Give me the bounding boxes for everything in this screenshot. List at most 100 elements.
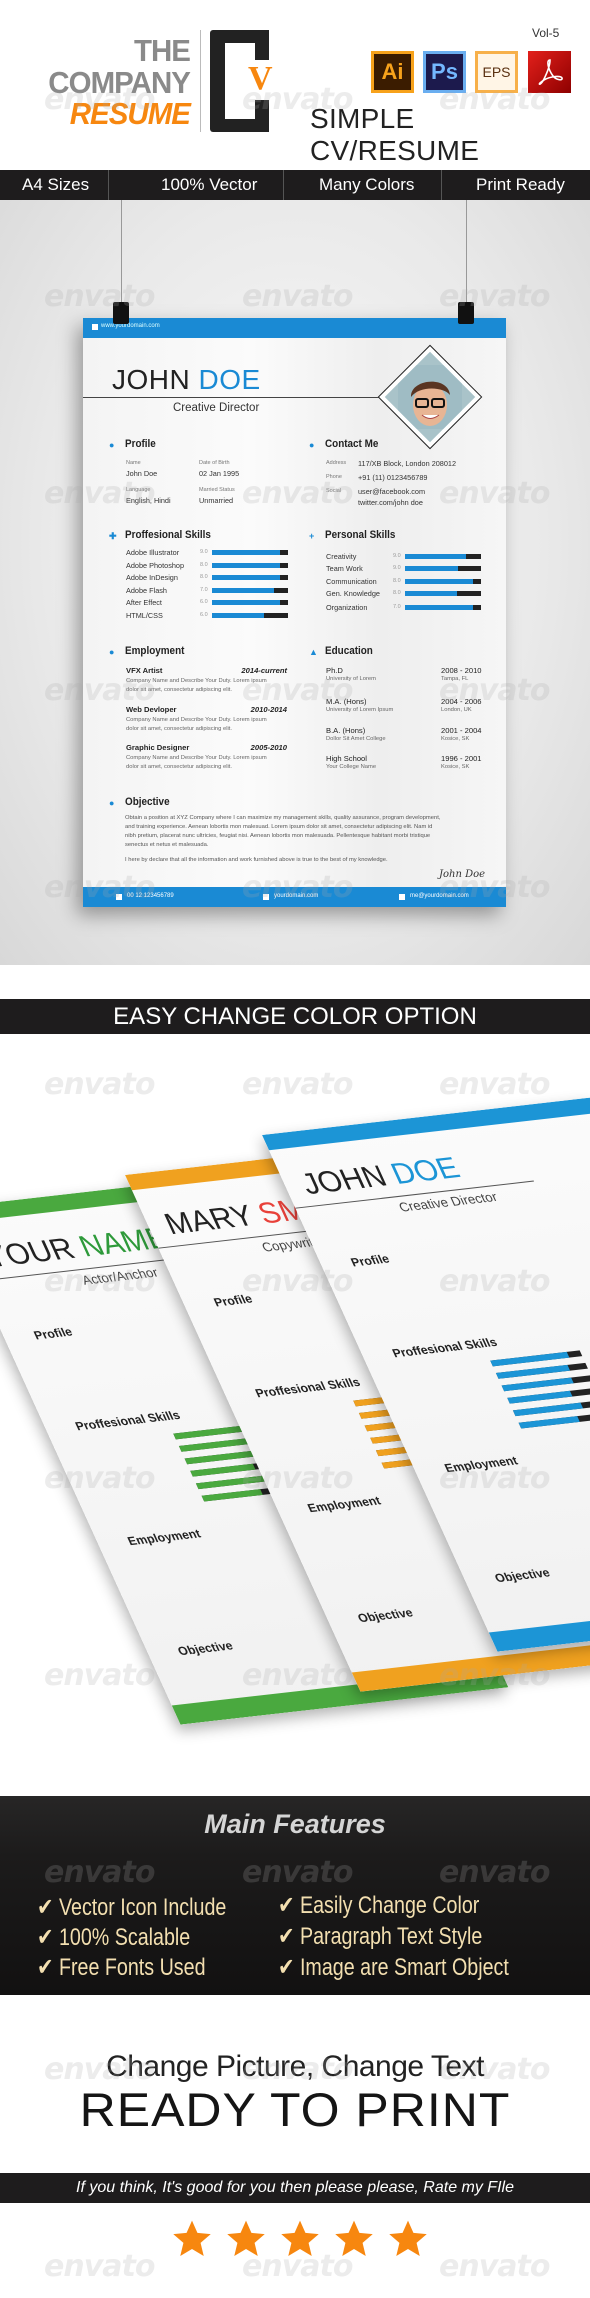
skill-name: HTML/CSS: [126, 611, 163, 620]
skill-bar: [212, 563, 288, 568]
star-icon[interactable]: [225, 2218, 267, 2260]
last-name: DOE: [385, 1151, 465, 1191]
star-icon[interactable]: [387, 2218, 429, 2260]
brand-title-company: COMPANY: [48, 65, 191, 100]
card-employment-heading: Employment: [125, 1526, 203, 1549]
pin-icon: ✚: [109, 531, 117, 541]
watermark: envato: [242, 1067, 353, 1102]
phone-label: Phone: [326, 474, 342, 480]
resume-preview: www.yourdomain.com JOHN DOE Creative Dir…: [83, 318, 506, 907]
skill-name: After Effect: [126, 598, 162, 607]
degree: M.A. (Hons): [326, 697, 367, 706]
card-objective-heading: Objective: [175, 1638, 236, 1659]
feature-vector: 100% Vector: [109, 170, 284, 200]
cv-logo-v: V: [248, 60, 273, 97]
skill-name: Adobe InDesign: [126, 573, 178, 582]
rating-stars[interactable]: [170, 2218, 430, 2263]
years: 2004 - 2006: [441, 697, 482, 706]
years: 2008 - 2010: [441, 666, 482, 675]
feature-item: ✔ Paragraph Text Style: [278, 1922, 482, 1951]
objective-text: Obtain a position at XYZ Company where I…: [125, 815, 441, 821]
social-value: twitter.com/john doe: [358, 498, 423, 507]
objective-heading: Objective: [125, 796, 170, 808]
skill-name: Adobe Illustrator: [126, 548, 180, 557]
card-profile-heading: Profile: [31, 1324, 75, 1343]
feature-item: ✔ Easily Change Color: [278, 1891, 479, 1920]
contact-heading: Contact Me: [325, 438, 379, 450]
profile-heading: Profile: [125, 438, 156, 450]
skill-score: 8.0: [393, 578, 401, 584]
header-divider: [200, 30, 201, 132]
skill-bar: [405, 579, 481, 584]
job-description: dolor sit amet, consectetur adipiscing e…: [126, 726, 233, 732]
skill-score: 6.0: [200, 612, 208, 618]
skill-score: 9.0: [393, 565, 401, 571]
job-description: dolor sit amet, consectetur adipiscing e…: [126, 687, 233, 693]
eps-icon: EPS: [475, 51, 518, 93]
skill-bar-fill: [212, 613, 265, 618]
field-label: Language: [126, 487, 151, 493]
job-title: VFX Artist: [126, 666, 163, 675]
check-icon: ✔: [37, 1954, 54, 1981]
field-value: Unmarried: [199, 496, 234, 505]
user-icon: ●: [109, 440, 115, 450]
field-value: English, Hindi: [126, 496, 171, 505]
feature-print-ready: Print Ready: [476, 175, 565, 194]
feature-text: Image are Smart Object: [299, 1954, 509, 1981]
skill-bar-fill: [405, 566, 459, 571]
personal-skills-heading: Personal Skills: [325, 529, 396, 541]
address-value: 117/XB Block, London 208012: [358, 459, 457, 468]
degree: High School: [326, 754, 367, 763]
rate-banner: If you think, It's good for you then ple…: [0, 2173, 590, 2203]
watermark: envato: [439, 1067, 550, 1102]
skill-bar: [405, 566, 481, 571]
skill-bar-fill: [212, 563, 281, 568]
job-title: Graphic Designer: [126, 743, 190, 752]
card-role: Creative Director: [396, 1189, 500, 1215]
job-date: 2010-2014: [250, 705, 287, 714]
watermark: envato: [44, 1658, 155, 1693]
skill-bar: [212, 575, 288, 580]
card-employment-heading: Employment: [305, 1493, 383, 1516]
job-date: 2005-2010: [250, 743, 287, 752]
first-name: JOHN: [112, 364, 191, 395]
star-icon[interactable]: [333, 2218, 375, 2260]
profile-photo: [377, 344, 483, 450]
product-subtitle: SIMPLE CV/RESUME: [310, 103, 480, 166]
chat-bubble-icon: ●: [309, 440, 315, 450]
skill-bar: [405, 605, 481, 610]
globe-icon: [263, 894, 269, 900]
skill-name: Adobe Flash: [126, 586, 167, 595]
star-icon[interactable]: [171, 2218, 213, 2260]
place: London, UK: [441, 707, 472, 713]
resume-name: JOHN DOE: [112, 364, 261, 396]
cv-logo: V: [210, 30, 273, 132]
web-icon: [92, 324, 98, 330]
card-skills-heading: Proffesional Skills: [389, 1335, 500, 1361]
check-icon: ✔: [278, 1892, 295, 1919]
first-name: YOUR: [0, 1232, 80, 1274]
skill-bar: [405, 591, 481, 596]
skill-bar-fill: [212, 575, 281, 580]
acrobat-pdf-icon: [528, 51, 571, 93]
card-profile-heading: Profile: [211, 1291, 255, 1310]
main-features-panel: Main Features ✔ Vector Icon Include ✔ 100…: [0, 1796, 590, 1995]
skill-bar-fill: [405, 579, 474, 584]
brand-title-the: THE: [133, 33, 191, 68]
skill-name: Gen. Knowledge: [326, 589, 380, 598]
card-profile-heading: Profile: [348, 1251, 392, 1270]
skill-score: 7.0: [393, 604, 401, 610]
star-icon[interactable]: [279, 2218, 321, 2260]
years: 2001 - 2004: [441, 726, 482, 735]
skill-bar-fill: [212, 550, 281, 555]
card-skills-heading: Proffesional Skills: [252, 1375, 363, 1401]
professional-skills-heading: Proffesional Skills: [125, 529, 211, 541]
skill-bar: [212, 588, 288, 593]
check-icon: ✔: [37, 1894, 54, 1921]
skill-bar-fill: [405, 554, 466, 559]
feature-item: ✔ Free Fonts Used: [37, 1953, 206, 1982]
employee-icon: ●: [109, 647, 115, 657]
skill-bar: [405, 554, 481, 559]
email-icon: [399, 894, 405, 900]
feature-item: ✔ 100% Scalable: [37, 1923, 190, 1952]
